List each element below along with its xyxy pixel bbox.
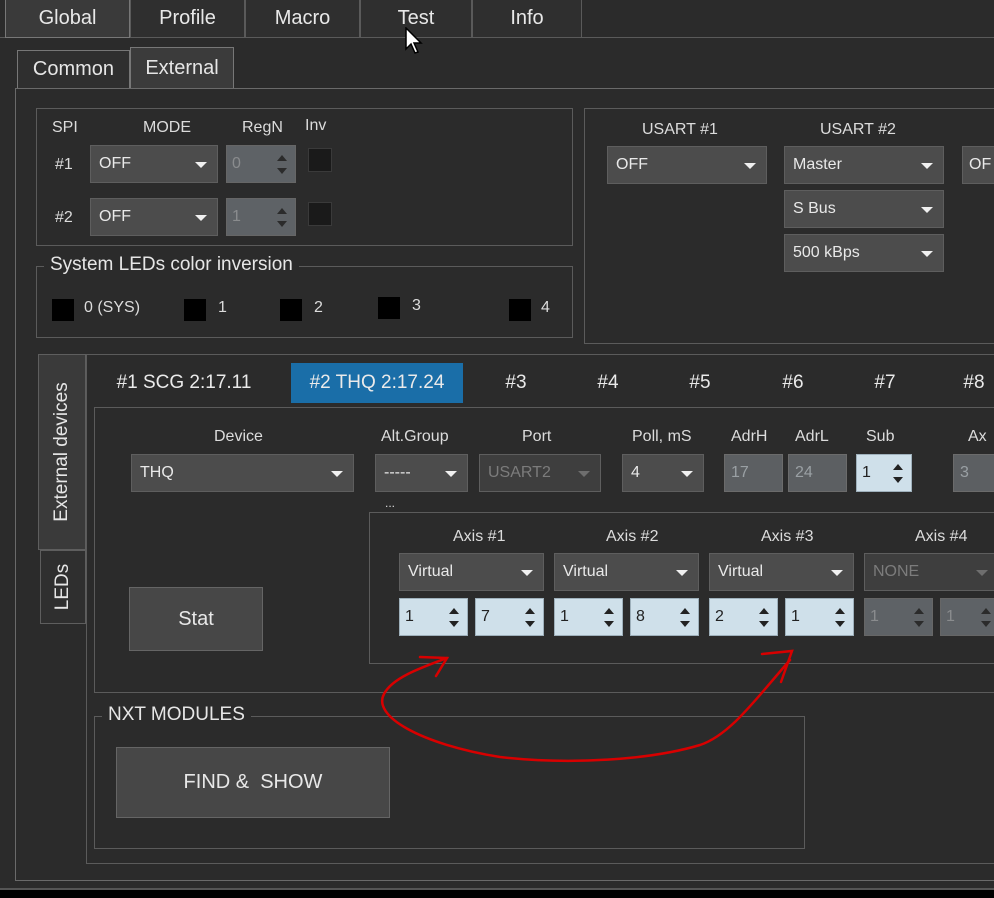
mouse-cursor-icon <box>405 27 423 54</box>
red-annotation-arrows <box>381 649 794 763</box>
